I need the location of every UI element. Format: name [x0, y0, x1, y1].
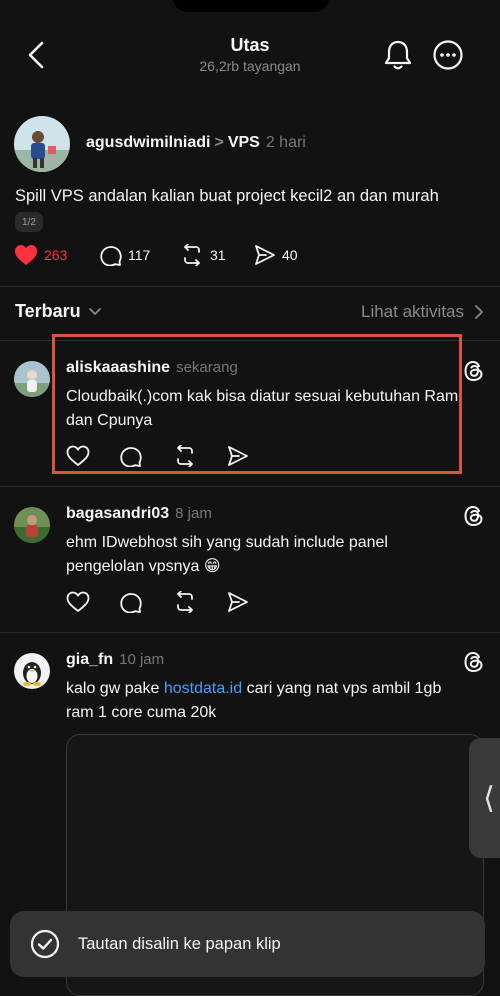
divider [0, 486, 500, 487]
activity-label: Lihat aktivitas [361, 302, 464, 321]
repost-button[interactable]: 31 [180, 242, 226, 268]
repost-count: 31 [210, 247, 226, 263]
sort-label: Terbaru [15, 301, 81, 321]
share-count: 40 [282, 247, 298, 263]
reply-header: gia_fn 10 jam [66, 651, 164, 669]
repost-button[interactable] [173, 589, 227, 615]
side-panel-handle[interactable]: ⟨ [469, 738, 500, 858]
repost-icon [184, 244, 200, 266]
post-author-avatar[interactable] [14, 116, 70, 172]
reply-text-start: kalo gw pake [66, 680, 164, 697]
divider [0, 286, 500, 287]
side-tab-glyph: ⟨ [483, 781, 495, 815]
heart-icon [66, 591, 90, 612]
page-indicator: 1/2 [15, 212, 43, 232]
share-button[interactable]: 40 [254, 242, 298, 268]
reply-username[interactable]: bagasandri03 [66, 505, 169, 522]
reply-username[interactable]: gia_fn [66, 651, 113, 668]
reply-actions [66, 589, 280, 615]
ellipsis-circle-icon[interactable] [432, 39, 464, 71]
post-topic[interactable]: VPS [228, 134, 260, 151]
topic-separator: > [214, 134, 224, 151]
post-time: 2 hari [265, 134, 306, 151]
speech-bubble-icon [119, 593, 142, 613]
page-title: Utas [230, 35, 270, 55]
bell-icon[interactable] [382, 38, 414, 72]
like-button[interactable]: 263 [14, 242, 67, 268]
toast-message: Tautan disalin ke papan klip [78, 934, 281, 953]
reply-button[interactable] [119, 589, 174, 615]
sort-dropdown[interactable]: Terbaru [15, 301, 103, 322]
reply-text: ehm IDwebhost sih yang sudah include pan… [66, 534, 388, 575]
reply-time: 10 jam [119, 651, 165, 668]
heart-filled-icon [15, 245, 37, 265]
chevron-down-icon [88, 307, 101, 315]
post-author-name[interactable]: agusdwimilniadi [86, 134, 210, 151]
like-button[interactable] [66, 589, 120, 615]
camera-notch [173, 0, 329, 12]
reply-count: 117 [128, 247, 151, 263]
send-icon [255, 245, 275, 265]
threads-logo-icon[interactable] [462, 359, 486, 383]
reply-header: bagasandri03 8 jam [66, 505, 212, 523]
reply-time: 8 jam [175, 505, 212, 522]
post-text: Spill VPS andalan kalian buat project ke… [15, 187, 439, 205]
reply-author-avatar[interactable] [14, 653, 50, 689]
toast-notification: Tautan disalin ke papan klip [10, 911, 485, 977]
post-meta: agusdwimilniadi > VPS 2 hari [86, 134, 306, 152]
threads-logo-icon[interactable] [462, 650, 486, 674]
send-icon [227, 592, 248, 612]
share-button[interactable] [227, 589, 281, 615]
chevron-right-icon [475, 305, 483, 319]
divider [0, 632, 500, 633]
reply-author-avatar[interactable] [14, 361, 50, 397]
repost-icon [177, 591, 193, 613]
reply-author-avatar[interactable] [14, 507, 50, 543]
threads-logo-icon[interactable] [462, 504, 486, 528]
reply-link[interactable]: hostdata.id [164, 680, 242, 697]
reply-button[interactable]: 117 [100, 242, 150, 268]
view-activity-link[interactable]: Lihat aktivitas [361, 302, 486, 322]
reply-text: kalo gw pake hostdata.id cari yang nat v… [66, 677, 461, 725]
check-circle-icon [30, 929, 60, 959]
like-count: 263 [44, 247, 68, 263]
speech-bubble-icon [100, 246, 122, 266]
view-count: 26,2rb tayangan [199, 58, 301, 74]
highlight-box [52, 334, 462, 474]
